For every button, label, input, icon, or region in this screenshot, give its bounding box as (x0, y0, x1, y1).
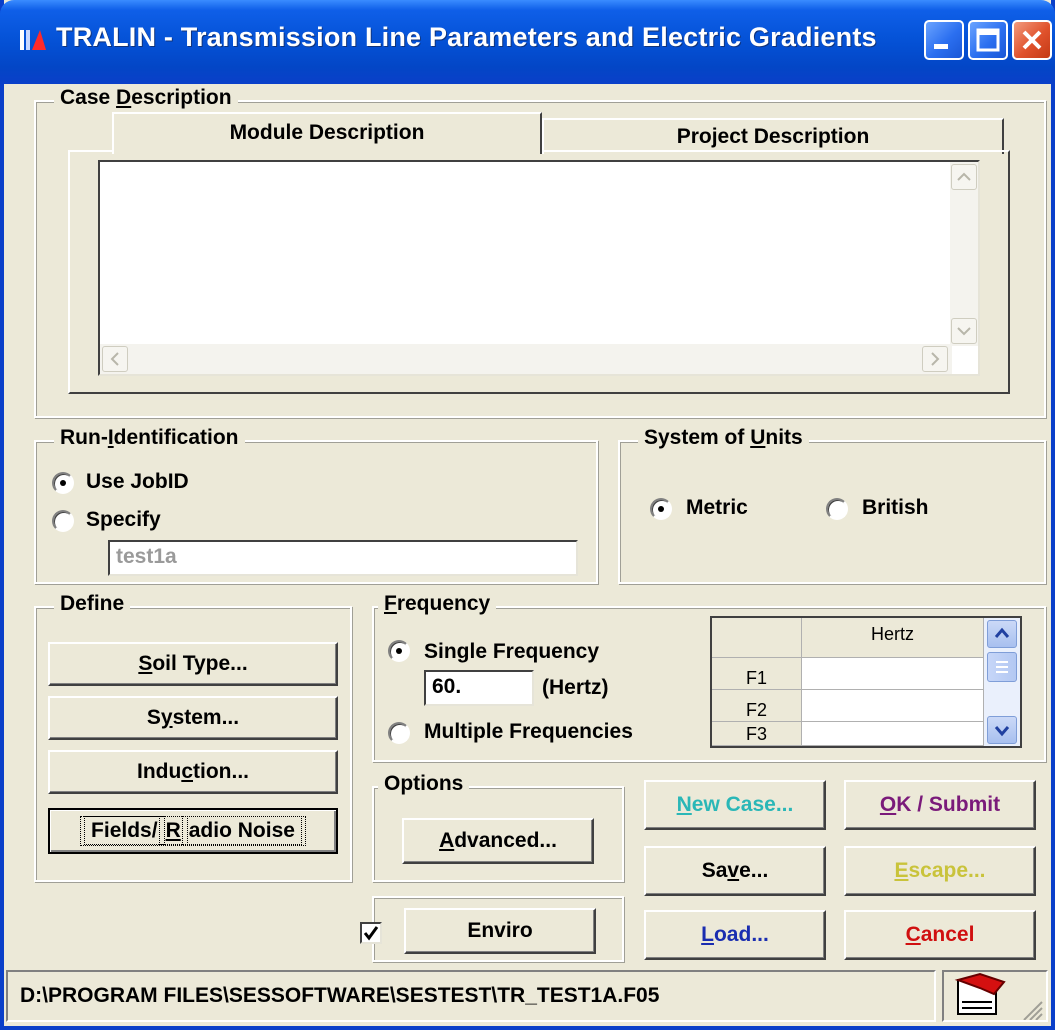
save-button[interactable]: Save... (644, 846, 826, 896)
tab-module-description[interactable]: Module Description (112, 112, 542, 154)
module-description-textarea[interactable] (98, 160, 980, 376)
use-jobid-radio[interactable] (52, 472, 74, 494)
grid-scroll-down-icon[interactable] (987, 716, 1017, 744)
check-icon (363, 926, 379, 941)
frequency-value-input[interactable]: 60. (424, 670, 534, 706)
grid-scrollbar[interactable] (984, 618, 1020, 746)
horizontal-scrollbar[interactable] (100, 344, 952, 374)
frequency-grid[interactable]: Hertz F1 F2 F3 (710, 616, 1022, 748)
metric-label[interactable]: Metric (686, 496, 748, 520)
advanced-button[interactable]: Advanced... (402, 818, 594, 864)
status-icon-box[interactable] (942, 970, 1048, 1022)
status-file-path: D:\PROGRAM FILES\SESSOFTWARE\SESTEST\TR_… (6, 970, 936, 1022)
main-window: TRALIN - Transmission Line Parameters an… (0, 0, 1055, 1030)
grid-row-f2: F2 (712, 690, 802, 722)
scroll-down-icon[interactable] (951, 318, 977, 344)
british-radio[interactable] (826, 498, 848, 520)
red-flag-icon (954, 972, 1043, 1021)
grid-header-hertz: Hertz (802, 618, 984, 658)
multiple-frequencies-label[interactable]: Multiple Frequencies (424, 720, 633, 744)
scroll-right-icon[interactable] (922, 346, 948, 372)
run-identification-label: Run-Identification (54, 426, 245, 450)
specify-label[interactable]: Specify (86, 508, 161, 532)
grid-row-f1: F1 (712, 658, 802, 690)
cancel-button[interactable]: Cancel (844, 910, 1036, 960)
case-description-label: Case Description (54, 86, 238, 110)
specify-radio[interactable] (52, 510, 74, 532)
define-label: Define (54, 592, 131, 616)
grid-cell-f2[interactable] (802, 690, 984, 722)
system-button[interactable]: System... (48, 696, 338, 740)
single-frequency-radio[interactable] (388, 640, 410, 662)
escape-button[interactable]: Escape... (844, 846, 1036, 896)
frequency-label: Frequency (378, 592, 497, 616)
title-bar[interactable]: TRALIN - Transmission Line Parameters an… (0, 0, 1055, 84)
scroll-up-icon[interactable] (951, 164, 977, 190)
options-label: Options (378, 772, 470, 796)
grid-scroll-thumb[interactable] (987, 652, 1017, 682)
app-icon[interactable] (18, 26, 48, 56)
grid-cell-f1[interactable] (802, 658, 984, 690)
close-button[interactable] (1012, 20, 1052, 60)
window-title: TRALIN - Transmission Line Parameters an… (56, 22, 877, 52)
induction-button[interactable]: Induction... (48, 750, 338, 794)
tab-project-description[interactable]: Project Description (542, 118, 1004, 154)
specify-jobid-input[interactable]: test1a (108, 540, 578, 576)
grid-corner-cell (712, 618, 802, 658)
british-label[interactable]: British (862, 496, 929, 520)
minimize-button[interactable] (924, 20, 964, 60)
new-case-button[interactable]: New Case... (644, 780, 826, 830)
multiple-frequencies-radio[interactable] (388, 722, 410, 744)
grid-cell-f3[interactable] (802, 722, 984, 746)
fields-radio-noise-button[interactable]: Fields/Radio Noise (48, 808, 338, 854)
scroll-left-icon[interactable] (102, 346, 128, 372)
grid-scroll-up-icon[interactable] (987, 620, 1017, 648)
frequency-unit-label: (Hertz) (542, 676, 609, 699)
metric-radio[interactable] (650, 498, 672, 520)
single-frequency-label[interactable]: Single Frequency (424, 640, 599, 664)
use-jobid-label[interactable]: Use JobID (86, 470, 189, 494)
status-bar: D:\PROGRAM FILES\SESSOFTWARE\SESTEST\TR_… (4, 966, 1051, 1026)
enviro-button[interactable]: Enviro (404, 908, 596, 954)
ok-submit-button[interactable]: OK / Submit (844, 780, 1036, 830)
enviro-checkbox[interactable] (360, 922, 382, 944)
load-button[interactable]: Load... (644, 910, 826, 960)
soil-type-button[interactable]: Soil Type... (48, 642, 338, 686)
vertical-scrollbar[interactable] (950, 162, 978, 346)
grid-row-f3: F3 (712, 722, 802, 746)
maximize-button[interactable] (968, 20, 1008, 60)
system-of-units-label: System of Units (638, 426, 809, 450)
